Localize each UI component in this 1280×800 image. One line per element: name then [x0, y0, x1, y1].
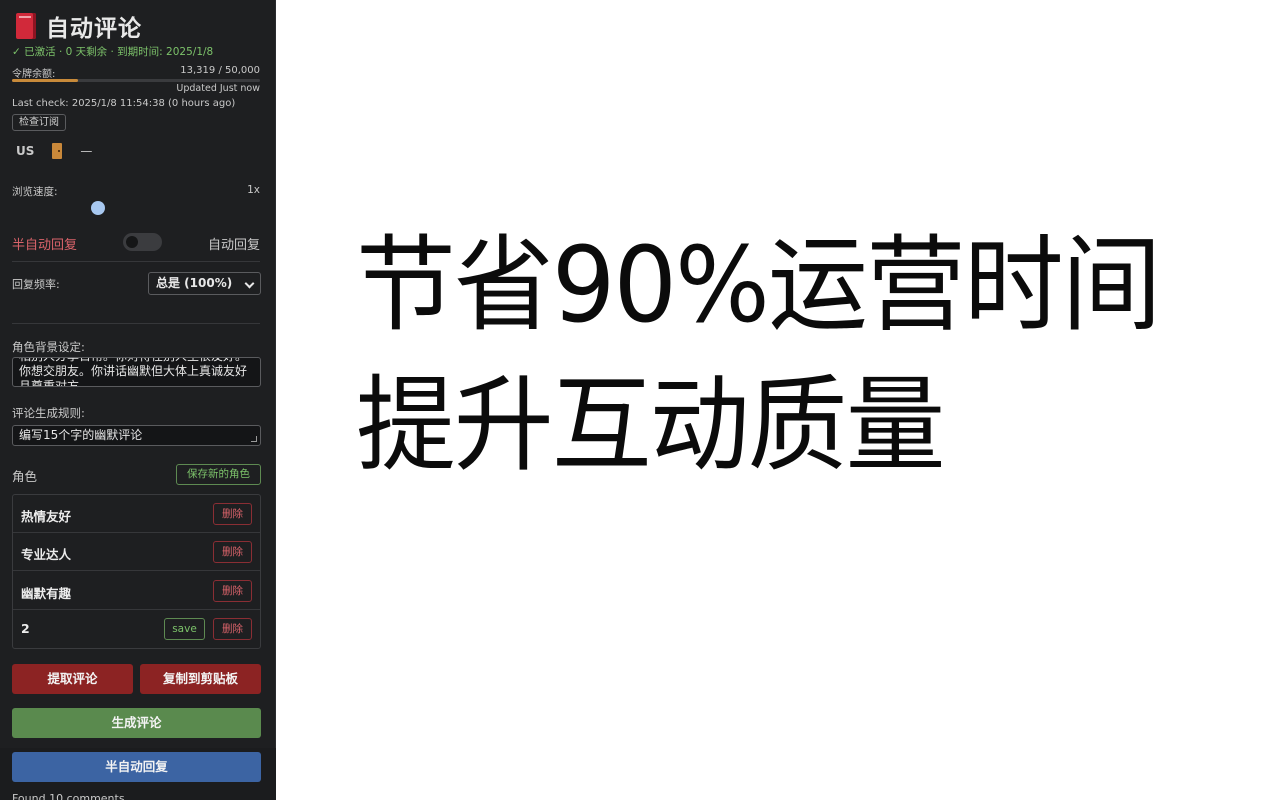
door-icon[interactable] [52, 143, 63, 159]
sidebar: 自动评论 ✓ 已激活 · 0 天剩余 · 到期时间: 2025/1/8 令牌余额… [0, 0, 276, 800]
token-balance-value: 13,319 / 50,000 [180, 65, 260, 76]
last-check-text: Last check: 2025/1/8 11:54:38 (0 hours a… [12, 98, 236, 109]
region-row: US — [16, 142, 92, 160]
delete-role-button[interactable]: 删除 [213, 541, 252, 563]
divider [12, 261, 260, 262]
role-background-label: 角色背景设定: [12, 340, 85, 354]
speed-value: 1x [247, 184, 260, 196]
semi-auto-label: 半自动回复 [12, 238, 78, 253]
role-item[interactable]: 专业达人 删除 [13, 533, 260, 571]
check-subscription-button[interactable]: 检查订阅 [12, 114, 66, 131]
subscription-status: ✓ 已激活 · 0 天剩余 · 到期时间: 2025/1/8 [12, 46, 214, 58]
roles-label: 角色 [12, 469, 38, 484]
extract-comments-button[interactable]: 提取评论 [12, 664, 133, 694]
region-dash: — [80, 144, 93, 158]
role-item[interactable]: 热情友好 删除 [13, 495, 260, 533]
comment-rule-text: 编写15个字的幽默评论 [19, 428, 143, 442]
speed-slider-thumb[interactable] [91, 201, 105, 215]
auto-reply-label: 自动回复 [207, 238, 260, 253]
mode-toggle[interactable] [123, 233, 162, 251]
title-row: 自动评论 [16, 10, 142, 42]
token-progress-fill [12, 79, 78, 82]
reply-frequency-label: 回复频率: [12, 278, 60, 291]
mode-toggle-knob [126, 236, 138, 248]
role-name: 热情友好 [21, 509, 72, 524]
role-list: 热情友好 删除 专业达人 删除 幽默有趣 删除 2 save 删除 [12, 494, 261, 649]
role-background-textarea[interactable]: 相别人分享日常。你对待任别人生很友好。你想交朋友。你讲话幽默但大体上真诚友好且尊… [12, 357, 261, 387]
comment-rule-textarea[interactable]: 编写15个字的幽默评论 [12, 425, 261, 446]
role-name: 专业达人 [21, 547, 72, 562]
role-name: 幽默有趣 [21, 586, 72, 601]
speed-label: 浏览速度: [12, 186, 58, 198]
role-name: 2 [21, 621, 30, 636]
save-new-role-button[interactable]: 保存新的角色 [176, 464, 261, 485]
token-progress-bar [12, 79, 260, 82]
role-background-text: 相别人分享日常。你对待任别人生很友好。你想交朋友。你讲话幽默但大体上真诚友好且尊… [19, 358, 248, 387]
generate-comment-button[interactable]: 生成评论 [12, 708, 261, 738]
app-title: 自动评论 [46, 16, 142, 42]
delete-role-button[interactable]: 删除 [213, 580, 252, 602]
save-role-button[interactable]: save [164, 618, 205, 640]
delete-role-button[interactable]: 删除 [213, 503, 252, 525]
reply-frequency-select[interactable]: 总是 (100%) [148, 272, 261, 295]
role-item[interactable]: 2 save 删除 [13, 610, 260, 648]
headline-primary: 节省90%运营时间 [356, 224, 1162, 346]
main-canvas: 节省90%运营时间 提升互动质量 [276, 0, 1280, 800]
region-code: US [16, 144, 35, 158]
copy-to-clipboard-button[interactable]: 复制到剪贴板 [140, 664, 261, 694]
divider [12, 323, 260, 324]
token-balance-label: 令牌余额: [12, 69, 56, 80]
comment-rule-label: 评论生成规则: [12, 406, 85, 420]
book-icon [16, 13, 36, 39]
chevron-down-icon [244, 278, 255, 289]
role-item[interactable]: 幽默有趣 删除 [13, 572, 260, 610]
reply-frequency-value: 总是 (100%) [156, 276, 233, 290]
semi-auto-reply-button[interactable]: 半自动回复 [12, 752, 261, 782]
token-updated-text: Updated Just now [176, 83, 260, 94]
found-comments-text: Found 10 comments [12, 792, 125, 800]
headline-secondary: 提升互动质量 [356, 364, 945, 486]
resize-grip-icon[interactable] [251, 436, 257, 442]
speed-slider[interactable] [12, 200, 260, 216]
delete-role-button[interactable]: 删除 [213, 618, 252, 640]
